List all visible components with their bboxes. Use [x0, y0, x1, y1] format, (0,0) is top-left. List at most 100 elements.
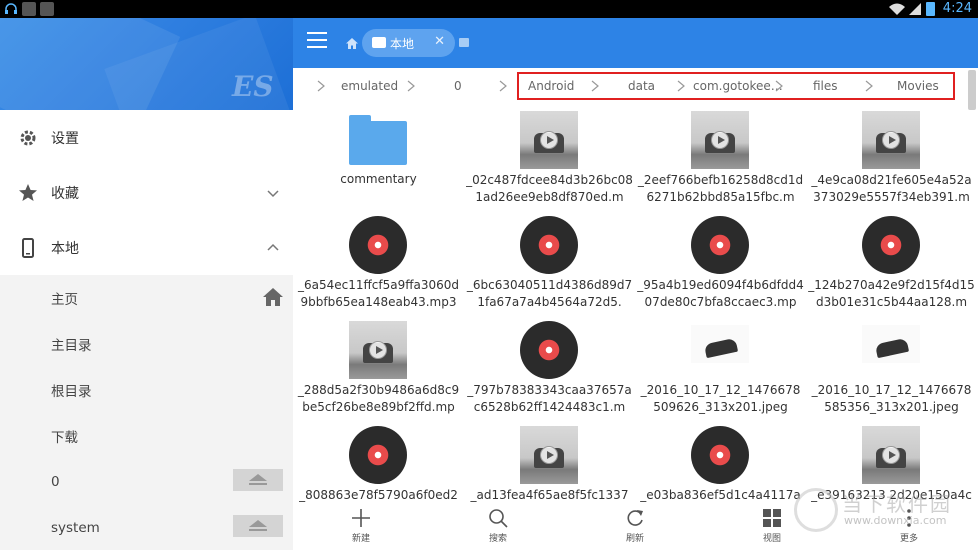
chevron-right-icon: [775, 80, 783, 92]
close-icon[interactable]: ✕: [434, 34, 445, 49]
file-name: _02c487fdcee84d3b26bc081ad26ee9eb8df870e…: [466, 173, 633, 204]
file-item[interactable]: _2eef766befb16258d8cd1d6271b62bbd85a15fb…: [635, 105, 806, 210]
file-name: commentary: [340, 172, 417, 186]
file-item[interactable]: _6bc63040511d4386d89d71fa67a7a4b4564a72d…: [464, 210, 635, 315]
chevron-right-icon: [865, 80, 873, 92]
storage-icon: [372, 37, 386, 48]
file-name: _e39163213 2d20e150a4c: [811, 488, 972, 502]
music-disc-icon: [691, 216, 749, 274]
file-item[interactable]: _2016_10_17_12_1476678509626_313x201.jpe…: [635, 315, 806, 420]
sidebar-item-local[interactable]: 本地: [0, 220, 293, 275]
star-icon: [18, 183, 38, 203]
home-icon[interactable]: [346, 38, 358, 49]
bottom-bar-label: 刷新: [625, 534, 644, 544]
clock-time: 4:24: [942, 1, 972, 16]
signal-icon: [909, 3, 921, 15]
chevron-right-icon: [499, 80, 507, 92]
image-thumbnail: [862, 325, 920, 363]
file-name: _4e9ca08d21fe605e4a52a373029e5557f34eb39…: [811, 173, 972, 204]
tab-local[interactable]: 本地 ✕: [362, 29, 455, 57]
file-name: _e03ba836ef5d1c4a4117a: [640, 488, 801, 502]
view-button[interactable]: 视图: [742, 505, 802, 550]
breadcrumb-item[interactable]: data: [628, 79, 655, 93]
video-thumbnail: [520, 111, 578, 169]
file-item[interactable]: _124b270a42e9f2d15f4d15d3b01e31c5b44aa12…: [806, 210, 977, 315]
search-button[interactable]: 搜索: [468, 505, 528, 550]
new-button[interactable]: 新建: [331, 505, 391, 550]
breadcrumb-item[interactable]: 0: [454, 79, 462, 93]
sidebar-item-home[interactable]: 主页: [0, 275, 293, 321]
video-thumbnail: [862, 111, 920, 169]
drawer-menu: 设置 收藏 本地: [0, 110, 293, 275]
file-name: _808863e78f5790a6f0ed2: [299, 488, 458, 502]
headset-icon: [5, 3, 17, 14]
file-item[interactable]: _797b78383343caa37657ac6528b62ff1424483c…: [464, 315, 635, 420]
breadcrumb-item[interactable]: Movies: [897, 79, 939, 93]
es-logo: ES: [232, 70, 274, 103]
sidebar-item-label: 主页: [51, 292, 78, 308]
sidebar-item-favorites[interactable]: 收藏: [0, 165, 293, 220]
file-name: _6bc63040511d4386d89d71fa67a7a4b4564a72d…: [466, 278, 633, 309]
sidebar-item-system[interactable]: system: [0, 505, 293, 550]
music-disc-icon: [520, 216, 578, 274]
file-item[interactable]: _6a54ec11ffcf5a9ffa3060d9bbfb65ea148eab4…: [293, 210, 464, 315]
new-window-icon[interactable]: [459, 38, 469, 47]
chevron-up-icon[interactable]: [267, 242, 279, 254]
more-icon: [907, 509, 911, 527]
home-icon: [263, 288, 283, 306]
breadcrumb-item[interactable]: com.gotokee…: [693, 79, 783, 93]
bottom-action-bar: 新建 搜索 刷新 视图 更多: [293, 505, 978, 550]
chevron-right-icon: [407, 80, 415, 92]
file-item[interactable]: _95a4b19ed6094f4b6dfdd407de80c7bfa8ccaec…: [635, 210, 806, 315]
sidebar-item-download[interactable]: 下载: [0, 413, 293, 459]
refresh-icon: [627, 510, 643, 526]
breadcrumb-item[interactable]: emulated: [341, 79, 398, 93]
bottom-bar-label: 更多: [899, 534, 918, 544]
app-toolbar: 本地 ✕: [293, 18, 978, 68]
file-name: _95a4b19ed6094f4b6dfdd407de80c7bfa8ccaec…: [637, 278, 804, 309]
file-item[interactable]: _288d5a2f30b9486a6d8c9be5cf26be8e89bf2ff…: [293, 315, 464, 420]
file-item[interactable]: _4e9ca08d21fe605e4a52a373029e5557f34eb39…: [806, 105, 977, 210]
sidebar-item-storage-0[interactable]: 0: [0, 459, 293, 505]
sidebar-item-label: 根目录: [51, 384, 92, 400]
sidebar-item-label: 本地: [51, 240, 79, 257]
music-disc-icon: [862, 216, 920, 274]
eject-button[interactable]: [233, 515, 283, 537]
chevron-down-icon[interactable]: [267, 187, 279, 199]
breadcrumb-item[interactable]: files: [813, 79, 838, 93]
video-thumbnail: [862, 426, 920, 484]
folder-item[interactable]: commentary: [293, 105, 464, 210]
grid-view-icon: [763, 509, 781, 527]
file-item[interactable]: _2016_10_17_12_1476678585356_313x201.jpe…: [806, 315, 977, 420]
play-icon: [540, 446, 558, 464]
drawer-header: ES: [0, 18, 293, 110]
video-thumbnail: [691, 111, 749, 169]
scrollbar-handle[interactable]: [968, 70, 976, 110]
status-bar: 4:24: [0, 0, 978, 18]
plus-icon: [352, 509, 370, 527]
sidebar-item-label: 设置: [51, 130, 79, 147]
play-icon: [540, 131, 558, 149]
bottom-bar-label: 搜索: [488, 534, 507, 544]
sidebar-item-root-directory[interactable]: 根目录: [0, 367, 293, 413]
music-disc-icon: [349, 426, 407, 484]
play-icon: [882, 131, 900, 149]
breadcrumb-item[interactable]: Android: [528, 79, 574, 93]
file-item[interactable]: _02c487fdcee84d3b26bc081ad26ee9eb8df870e…: [464, 105, 635, 210]
sidebar-item-settings[interactable]: 设置: [0, 110, 293, 165]
local-sublist: 主页 主目录 根目录 下载 0 system: [0, 275, 293, 550]
tab-label: 本地: [390, 37, 415, 51]
file-name: _288d5a2f30b9486a6d8c9be5cf26be8e89bf2ff…: [297, 383, 460, 414]
folder-icon: [349, 115, 407, 165]
sidebar-item-home-directory[interactable]: 主目录: [0, 321, 293, 367]
more-button[interactable]: 更多: [879, 505, 939, 550]
menu-icon[interactable]: [307, 32, 327, 50]
bottom-bar-label: 视图: [762, 534, 781, 544]
play-icon: [711, 131, 729, 149]
play-icon: [369, 341, 387, 359]
refresh-button[interactable]: 刷新: [605, 505, 665, 550]
video-thumbnail: [520, 426, 578, 484]
chevron-right-icon: [317, 80, 325, 92]
phone-icon: [18, 237, 38, 258]
eject-button[interactable]: [233, 469, 283, 491]
